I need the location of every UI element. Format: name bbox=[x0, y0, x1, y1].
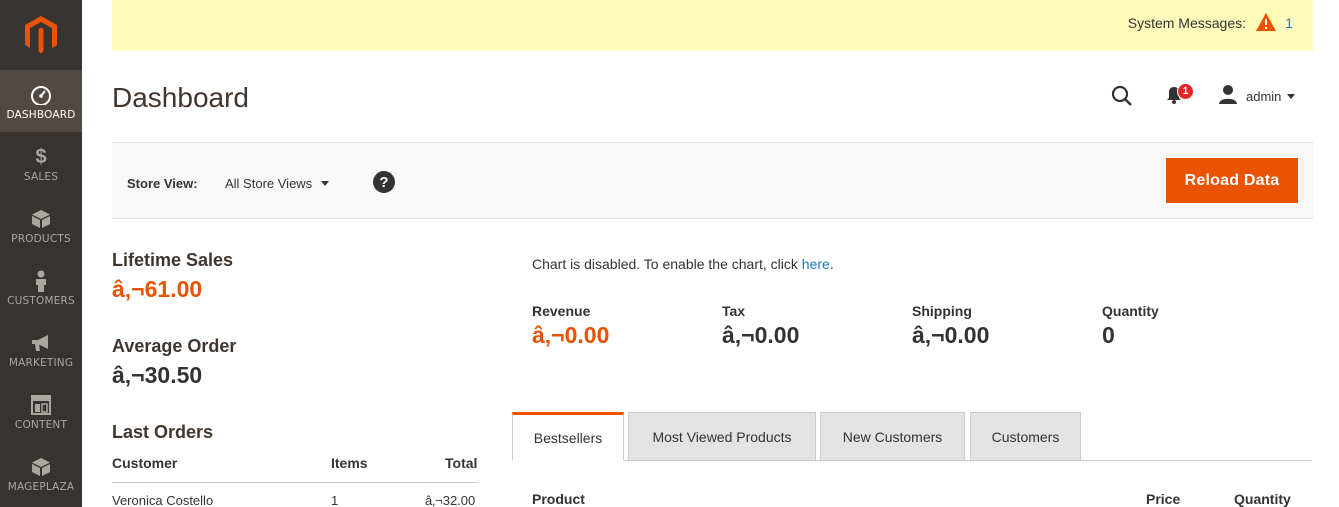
store-view-bar: Store View: All Store Views ? Reload Dat… bbox=[112, 142, 1313, 219]
box-icon bbox=[30, 456, 52, 478]
shipping-value: â‚¬0.00 bbox=[912, 322, 990, 348]
sidebar-item-products[interactable]: PRODUCTS bbox=[0, 194, 82, 256]
sidebar-item-label: MAGEPLAZA bbox=[7, 481, 75, 493]
chart-disabled-message: Chart is disabled. To enable the chart, … bbox=[532, 256, 834, 272]
sidebar-item-label: SALES bbox=[23, 171, 59, 183]
column-header-items: Items bbox=[331, 455, 368, 471]
chevron-down-icon bbox=[1287, 94, 1296, 99]
sidebar-item-label: CONTENT bbox=[14, 419, 68, 431]
order-total: â‚¬32.00 bbox=[425, 493, 476, 507]
lifetime-sales-value: â‚¬61.00 bbox=[112, 276, 203, 302]
notifications-badge[interactable]: 1 bbox=[1177, 83, 1194, 100]
cube-icon bbox=[30, 208, 52, 230]
average-order-value: â‚¬30.50 bbox=[112, 362, 203, 388]
column-header-quantity: Quantity bbox=[1234, 491, 1291, 507]
user-menu[interactable]: admin bbox=[1218, 84, 1296, 109]
tab-customers[interactable]: Customers bbox=[970, 412, 1081, 461]
column-header-price: Price bbox=[1146, 491, 1181, 507]
user-icon bbox=[1218, 84, 1238, 109]
chevron-down-icon bbox=[321, 181, 330, 186]
lifetime-sales-label: Lifetime Sales bbox=[112, 250, 234, 270]
layout-icon bbox=[30, 394, 52, 416]
person-icon bbox=[30, 270, 52, 292]
sidebar-item-dashboard[interactable]: DASHBOARD bbox=[0, 70, 82, 132]
chart-message-text: Chart is disabled. To enable the chart, … bbox=[532, 256, 802, 272]
average-order-label: Average Order bbox=[112, 336, 237, 356]
last-orders-title: Last Orders bbox=[112, 422, 214, 442]
order-items: 1 bbox=[331, 493, 339, 507]
search-icon[interactable] bbox=[1110, 84, 1134, 108]
warning-icon[interactable] bbox=[1255, 12, 1277, 32]
system-messages-count[interactable]: 1 bbox=[1285, 15, 1293, 31]
magento-logo-icon[interactable] bbox=[0, 0, 82, 70]
sidebar-item-content[interactable]: CONTENT bbox=[0, 380, 82, 442]
dollar-icon: $ bbox=[35, 145, 47, 168]
order-customer: Veronica Costello bbox=[112, 493, 214, 507]
quantity-value: 0 bbox=[1102, 322, 1115, 348]
enable-chart-link[interactable]: here bbox=[802, 256, 830, 272]
column-header-product: Product bbox=[532, 491, 585, 507]
sidebar-item-label: PRODUCTS bbox=[11, 233, 71, 245]
system-messages-label: System Messages: bbox=[1127, 15, 1246, 31]
sidebar-item-sales[interactable]: $ SALES bbox=[0, 132, 82, 194]
shipping-label: Shipping bbox=[912, 303, 972, 319]
revenue-value: â‚¬0.00 bbox=[532, 322, 610, 348]
store-view-label: Store View: bbox=[127, 176, 198, 191]
column-header-customer: Customer bbox=[112, 455, 178, 471]
megaphone-icon bbox=[30, 332, 52, 354]
admin-sidebar: DASHBOARD $ SALES PRODUCTS CUSTOMERS MAR… bbox=[0, 0, 82, 507]
chart-message-suffix: . bbox=[829, 256, 834, 272]
quantity-label: Quantity bbox=[1102, 303, 1159, 319]
tax-value: â‚¬0.00 bbox=[722, 322, 800, 348]
system-messages-bar: System Messages: 1 bbox=[112, 0, 1313, 51]
sidebar-item-customers[interactable]: CUSTOMERS bbox=[0, 256, 82, 318]
store-view-dropdown[interactable]: All Store Views bbox=[225, 176, 330, 191]
sidebar-item-label: CUSTOMERS bbox=[7, 295, 75, 307]
help-icon[interactable]: ? bbox=[373, 171, 395, 193]
sidebar-item-label: MARKETING bbox=[8, 357, 74, 369]
user-name: admin bbox=[1246, 89, 1282, 104]
revenue-label: Revenue bbox=[532, 303, 591, 319]
sidebar-item-mageplaza[interactable]: MAGEPLAZA bbox=[0, 442, 82, 504]
sidebar-item-marketing[interactable]: MARKETING bbox=[0, 318, 82, 380]
tax-label: Tax bbox=[722, 303, 746, 319]
tab-most-viewed-products[interactable]: Most Viewed Products bbox=[628, 412, 816, 461]
reload-data-button[interactable]: Reload Data bbox=[1166, 158, 1298, 203]
sidebar-item-label: DASHBOARD bbox=[6, 109, 76, 121]
tab-bestsellers[interactable]: Bestsellers bbox=[512, 412, 624, 461]
page-title: Dashboard bbox=[112, 82, 249, 113]
speedometer-icon bbox=[30, 84, 52, 106]
table-divider bbox=[112, 482, 478, 483]
column-header-total: Total bbox=[445, 455, 478, 471]
store-view-selected: All Store Views bbox=[225, 176, 313, 191]
tab-new-customers[interactable]: New Customers bbox=[820, 412, 965, 461]
